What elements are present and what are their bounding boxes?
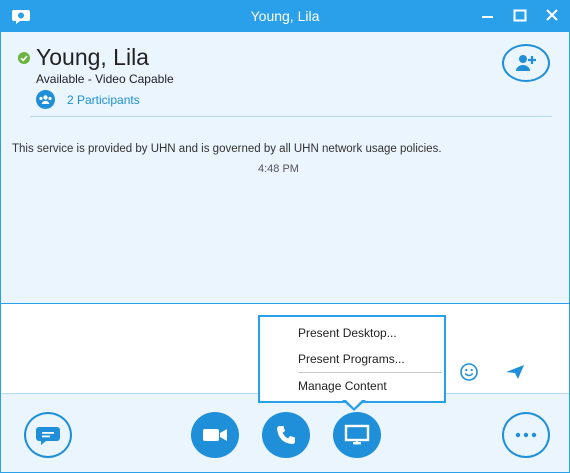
contact-name: Young, Lila — [36, 44, 149, 70]
phone-icon — [277, 426, 295, 444]
audio-call-button[interactable] — [262, 412, 310, 458]
monitor-icon — [344, 424, 370, 445]
menu-separator — [298, 372, 442, 373]
message-timestamp: 4:48 PM — [258, 163, 299, 175]
send-icon[interactable] — [505, 364, 525, 380]
present-menu: Present Desktop... Present Programs... M… — [258, 315, 446, 403]
service-message: This service is provided by UHN and is g… — [12, 143, 442, 155]
video-camera-icon — [203, 429, 227, 441]
more-options-button[interactable] — [502, 412, 550, 458]
participants-link[interactable]: 2 Participants — [67, 93, 140, 107]
contact-status: Available - Video Capable — [36, 72, 174, 86]
manage-content-item[interactable]: Manage Content — [298, 379, 387, 393]
menu-pointer-inner — [345, 399, 363, 408]
add-participant-button[interactable] — [502, 44, 550, 82]
title-bar: Young, Lila — [0, 0, 570, 32]
participants-icon[interactable] — [36, 90, 55, 109]
minimize-icon[interactable] — [476, 6, 498, 26]
more-icon — [515, 432, 537, 438]
video-call-button[interactable] — [191, 412, 239, 458]
present-desktop-item[interactable]: Present Desktop... — [298, 326, 397, 340]
emoticon-icon[interactable] — [459, 362, 479, 382]
header-divider — [30, 116, 552, 117]
chat-button[interactable] — [24, 412, 72, 458]
presence-available-icon — [18, 51, 30, 64]
close-icon[interactable] — [541, 6, 563, 26]
present-programs-item[interactable]: Present Programs... — [298, 352, 405, 366]
maximize-icon[interactable] — [509, 6, 531, 26]
add-person-icon — [516, 55, 536, 71]
chat-icon — [36, 427, 60, 445]
present-button[interactable] — [333, 412, 381, 458]
